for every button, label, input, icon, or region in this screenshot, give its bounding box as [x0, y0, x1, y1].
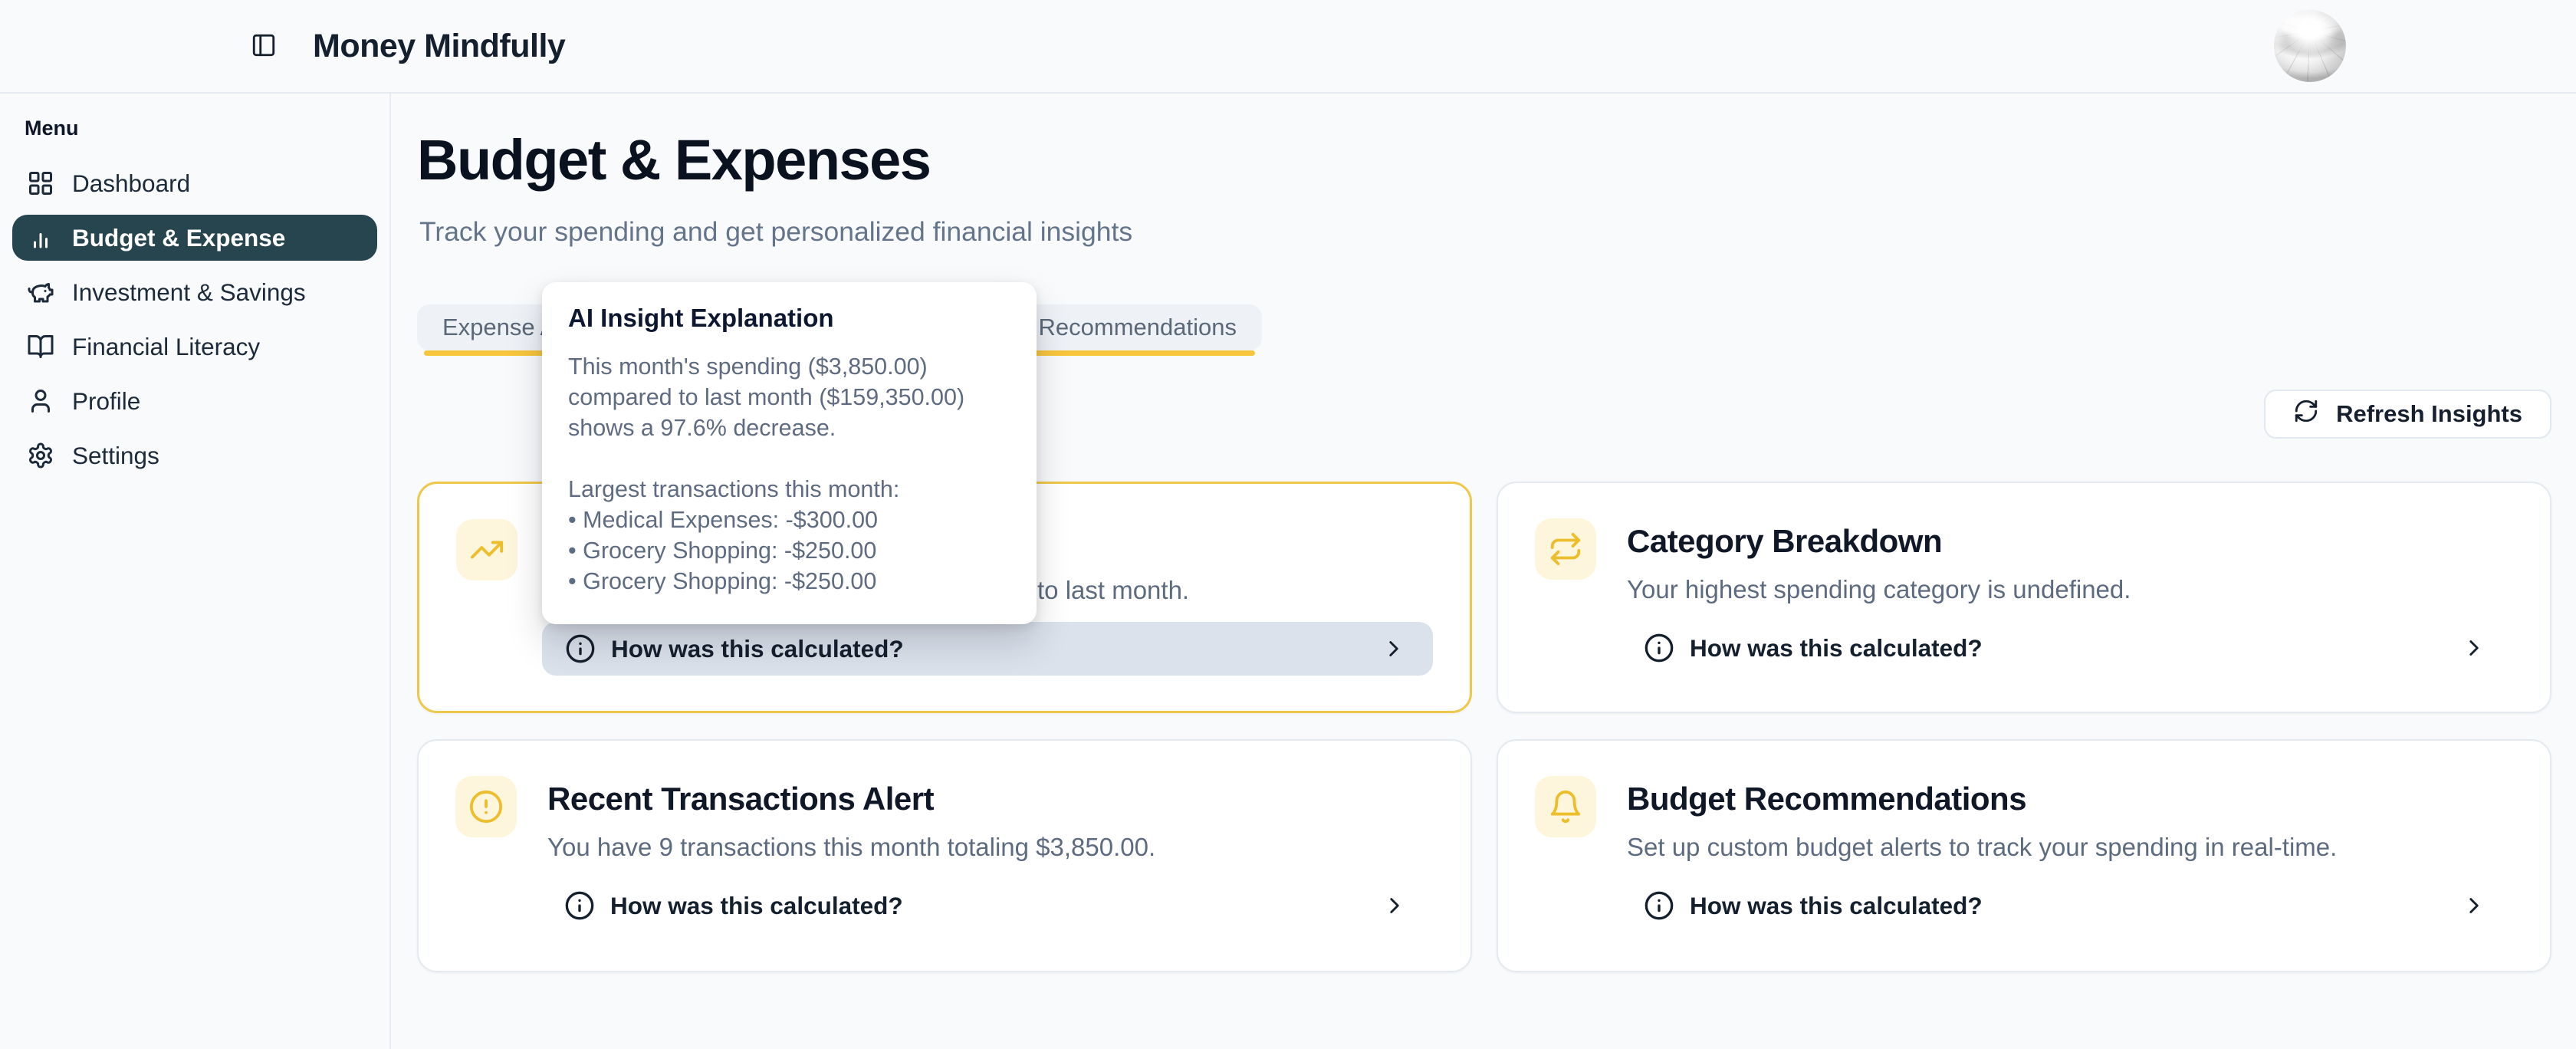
- chevron-right-icon: [1382, 893, 1408, 919]
- transaction-line: • Grocery Shopping: -$250.00: [568, 566, 1010, 597]
- how-calculated-row[interactable]: How was this calculated?: [542, 622, 1433, 676]
- bell-icon: [1535, 776, 1596, 837]
- sidebar-item-investment-savings[interactable]: Investment & Savings: [12, 269, 377, 315]
- sidebar: Menu Dashboard Budget & Expense Investme…: [0, 94, 391, 1049]
- refresh-icon: [2293, 398, 2319, 430]
- popover-transactions: Largest transactions this month: • Medic…: [568, 474, 1010, 597]
- book-open-icon: [26, 332, 55, 361]
- card-body: Set up custom budget alerts to track you…: [1627, 833, 2337, 862]
- sidebar-item-financial-literacy[interactable]: Financial Literacy: [12, 324, 377, 370]
- sidebar-item-settings[interactable]: Settings: [12, 432, 377, 478]
- sidebar-nav-list: Dashboard Budget & Expense Investment & …: [0, 160, 389, 478]
- sidebar-item-label: Budget & Expense: [72, 224, 285, 252]
- popover-paragraph: This month's spending ($3,850.00) compar…: [568, 351, 1010, 443]
- card-category-breakdown: Category Breakdown Your highest spending…: [1497, 482, 2551, 713]
- sidebar-item-profile[interactable]: Profile: [12, 378, 377, 424]
- info-icon: [1644, 633, 1674, 663]
- avatar[interactable]: [2274, 10, 2346, 82]
- app-title: Money Mindfully: [313, 28, 565, 65]
- transactions-heading: Largest transactions this month:: [568, 474, 1010, 505]
- how-calculated-row[interactable]: How was this calculated?: [541, 879, 1434, 932]
- popover-title: AI Insight Explanation: [568, 304, 1010, 333]
- info-icon: [565, 633, 596, 664]
- card-body-fragment: to last month.: [1037, 576, 1189, 605]
- trending-up-icon: [456, 519, 518, 580]
- card-title: Budget Recommendations: [1627, 781, 2026, 817]
- chevron-right-icon: [1381, 636, 1407, 662]
- sidebar-toggle-button[interactable]: [247, 29, 281, 63]
- how-calculated-row[interactable]: How was this calculated?: [1621, 879, 2513, 932]
- card-budget-recommendations: Budget Recommendations Set up custom bud…: [1497, 739, 2551, 972]
- gear-icon: [26, 441, 55, 470]
- page-title: Budget & Expenses: [417, 127, 930, 192]
- sidebar-item-label: Settings: [72, 442, 159, 470]
- card-recent-transactions-alert: Recent Transactions Alert You have 9 tra…: [417, 739, 1472, 972]
- transaction-line: • Medical Expenses: -$300.00: [568, 505, 1010, 535]
- how-calculated-label: How was this calculated?: [611, 635, 904, 663]
- sidebar-item-label: Financial Literacy: [72, 333, 260, 361]
- sidebar-item-label: Profile: [72, 387, 140, 416]
- piggy-bank-icon: [26, 278, 55, 307]
- app-root: Money Mindfully Menu Dashboard Budget & …: [0, 0, 2576, 1049]
- how-calculated-label: How was this calculated?: [610, 892, 903, 920]
- sidebar-item-budget-expense[interactable]: Budget & Expense: [12, 215, 377, 261]
- refresh-insights-label: Refresh Insights: [2336, 400, 2522, 428]
- how-calculated-label: How was this calculated?: [1690, 892, 1983, 920]
- chevron-right-icon: [2461, 635, 2487, 661]
- refresh-insights-button[interactable]: Refresh Insights: [2264, 390, 2551, 439]
- how-calculated-label: How was this calculated?: [1690, 634, 1983, 663]
- user-icon: [26, 386, 55, 416]
- info-icon: [564, 890, 595, 921]
- sidebar-menu-label: Menu: [25, 117, 389, 140]
- sidebar-item-dashboard[interactable]: Dashboard: [12, 160, 377, 206]
- panel-left-icon: [251, 32, 277, 61]
- ai-insight-popover: AI Insight Explanation This month's spen…: [542, 282, 1037, 624]
- card-title: Category Breakdown: [1627, 523, 1942, 560]
- how-calculated-row[interactable]: How was this calculated?: [1621, 621, 2513, 675]
- chevron-right-icon: [2461, 893, 2487, 919]
- sidebar-item-label: Investment & Savings: [72, 278, 306, 307]
- info-icon: [1644, 890, 1674, 921]
- bar-chart-icon: [26, 223, 55, 252]
- page-subtitle: Track your spending and get personalized…: [419, 216, 1132, 248]
- layout-grid-icon: [26, 169, 55, 198]
- card-title: Recent Transactions Alert: [547, 781, 934, 817]
- alert-circle-icon: [455, 776, 517, 837]
- card-body: Your highest spending category is undefi…: [1627, 575, 2131, 604]
- repeat-icon: [1535, 518, 1596, 580]
- app-header: Money Mindfully: [0, 0, 2576, 94]
- transaction-line: • Grocery Shopping: -$250.00: [568, 535, 1010, 566]
- sidebar-item-label: Dashboard: [72, 169, 190, 198]
- card-body: You have 9 transactions this month total…: [547, 833, 1155, 862]
